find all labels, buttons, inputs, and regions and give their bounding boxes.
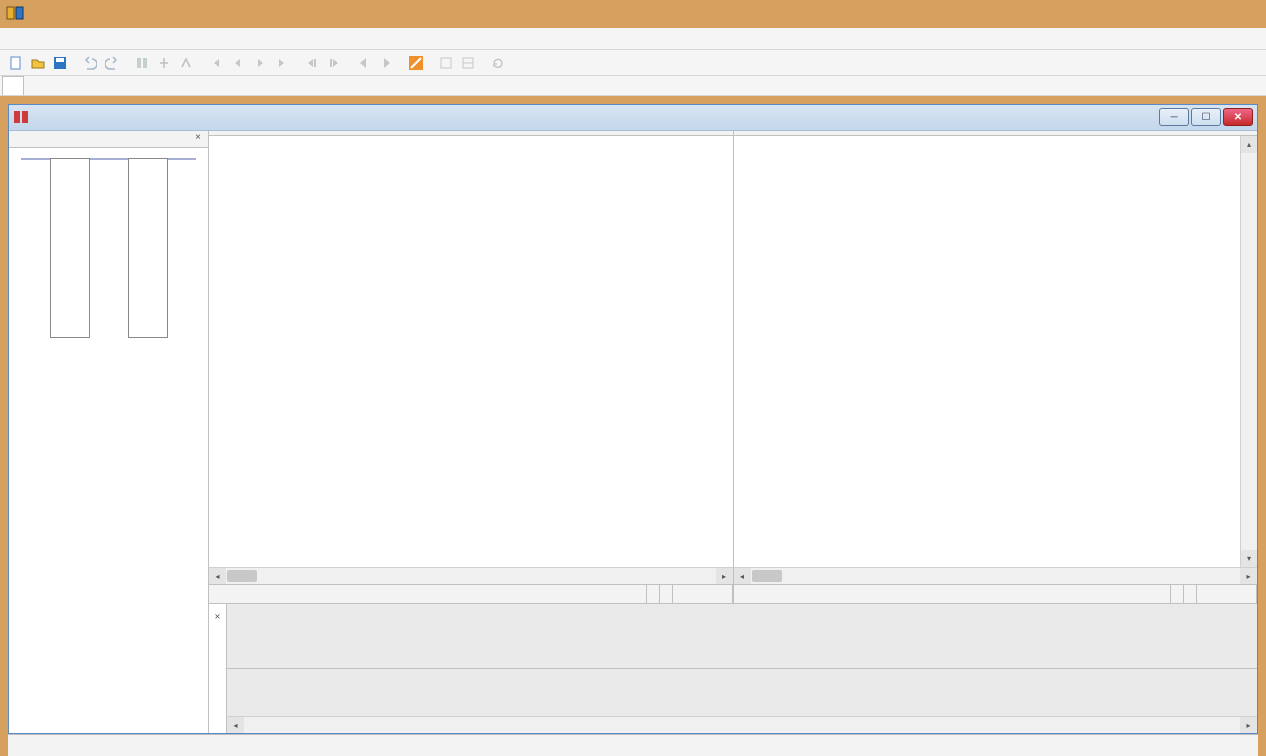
status-cp-left xyxy=(660,585,673,603)
merge-right-icon[interactable] xyxy=(324,53,344,73)
diff-row-bottom[interactable]: ◂▸ xyxy=(227,669,1257,733)
merge-left-icon[interactable] xyxy=(302,53,322,73)
diff-hscrollbar[interactable]: ◂▸ xyxy=(227,716,1257,733)
nav-first-icon[interactable] xyxy=(206,53,226,73)
diff-pane: × ◂▸ xyxy=(209,603,1257,733)
nav-next-icon[interactable] xyxy=(250,53,270,73)
menubar xyxy=(0,28,1266,50)
compare-pane-left: ◂▸ xyxy=(209,131,734,603)
status-ro-left xyxy=(647,585,660,603)
diff-nav3-icon[interactable] xyxy=(176,53,196,73)
location-pane-header: × xyxy=(9,131,208,148)
highlight-toggle-icon[interactable] xyxy=(406,53,426,73)
copy-right-all-icon[interactable] xyxy=(376,53,396,73)
diff-nav1-icon[interactable] xyxy=(132,53,152,73)
status-pos-right xyxy=(734,585,1172,603)
status-cp-right xyxy=(1184,585,1197,603)
status-pos-left xyxy=(209,585,647,603)
opt2-icon[interactable] xyxy=(458,53,478,73)
new-icon[interactable] xyxy=(6,53,26,73)
file-tab[interactable] xyxy=(2,76,24,95)
status-eol-right xyxy=(1197,585,1257,603)
client-area: ─ ☐ ✕ × xyxy=(0,96,1266,756)
status-ro-right xyxy=(1171,585,1184,603)
save-icon[interactable] xyxy=(50,53,70,73)
status-bar xyxy=(8,734,1258,756)
diff-pane-header: × xyxy=(209,604,227,733)
undo-icon[interactable] xyxy=(80,53,100,73)
tabstrip xyxy=(0,76,1266,96)
app-titlebar xyxy=(0,0,1266,28)
hscrollbar-left[interactable]: ◂▸ xyxy=(209,567,733,584)
status-eol-left xyxy=(673,585,733,603)
hscrollbar-right[interactable]: ◂▸ xyxy=(734,567,1258,584)
redo-icon[interactable] xyxy=(102,53,122,73)
close-icon[interactable]: × xyxy=(212,606,223,625)
app-icon xyxy=(6,4,24,22)
doc-icon xyxy=(13,109,29,125)
close-icon[interactable]: × xyxy=(192,133,204,145)
minimize-button[interactable]: ─ xyxy=(1159,108,1189,126)
location-col-left[interactable] xyxy=(50,158,90,338)
diff-row-top[interactable] xyxy=(227,604,1257,669)
refresh-icon[interactable] xyxy=(488,53,508,73)
nav-prev-icon[interactable] xyxy=(228,53,248,73)
diff-nav2-icon[interactable] xyxy=(154,53,174,73)
opt1-icon[interactable] xyxy=(436,53,456,73)
location-pane-body[interactable] xyxy=(9,148,208,733)
location-pane: × xyxy=(9,131,209,733)
compare-pane-right: ▴▾ ◂▸ xyxy=(734,131,1258,603)
doc-window: ─ ☐ ✕ × xyxy=(8,104,1258,734)
doc-titlebar: ─ ☐ ✕ xyxy=(9,105,1257,131)
location-col-right[interactable] xyxy=(128,158,168,338)
status-bar-left xyxy=(209,584,733,603)
status-bar-right xyxy=(734,584,1258,603)
copy-left-all-icon[interactable] xyxy=(354,53,374,73)
nav-last-icon[interactable] xyxy=(272,53,292,73)
text-right[interactable] xyxy=(734,136,1241,567)
maximize-button[interactable]: ☐ xyxy=(1191,108,1221,126)
toolbar xyxy=(0,50,1266,76)
vscrollbar-right[interactable]: ▴▾ xyxy=(1240,136,1257,567)
close-button[interactable]: ✕ xyxy=(1223,108,1253,126)
text-left[interactable] xyxy=(209,136,733,567)
open-icon[interactable] xyxy=(28,53,48,73)
